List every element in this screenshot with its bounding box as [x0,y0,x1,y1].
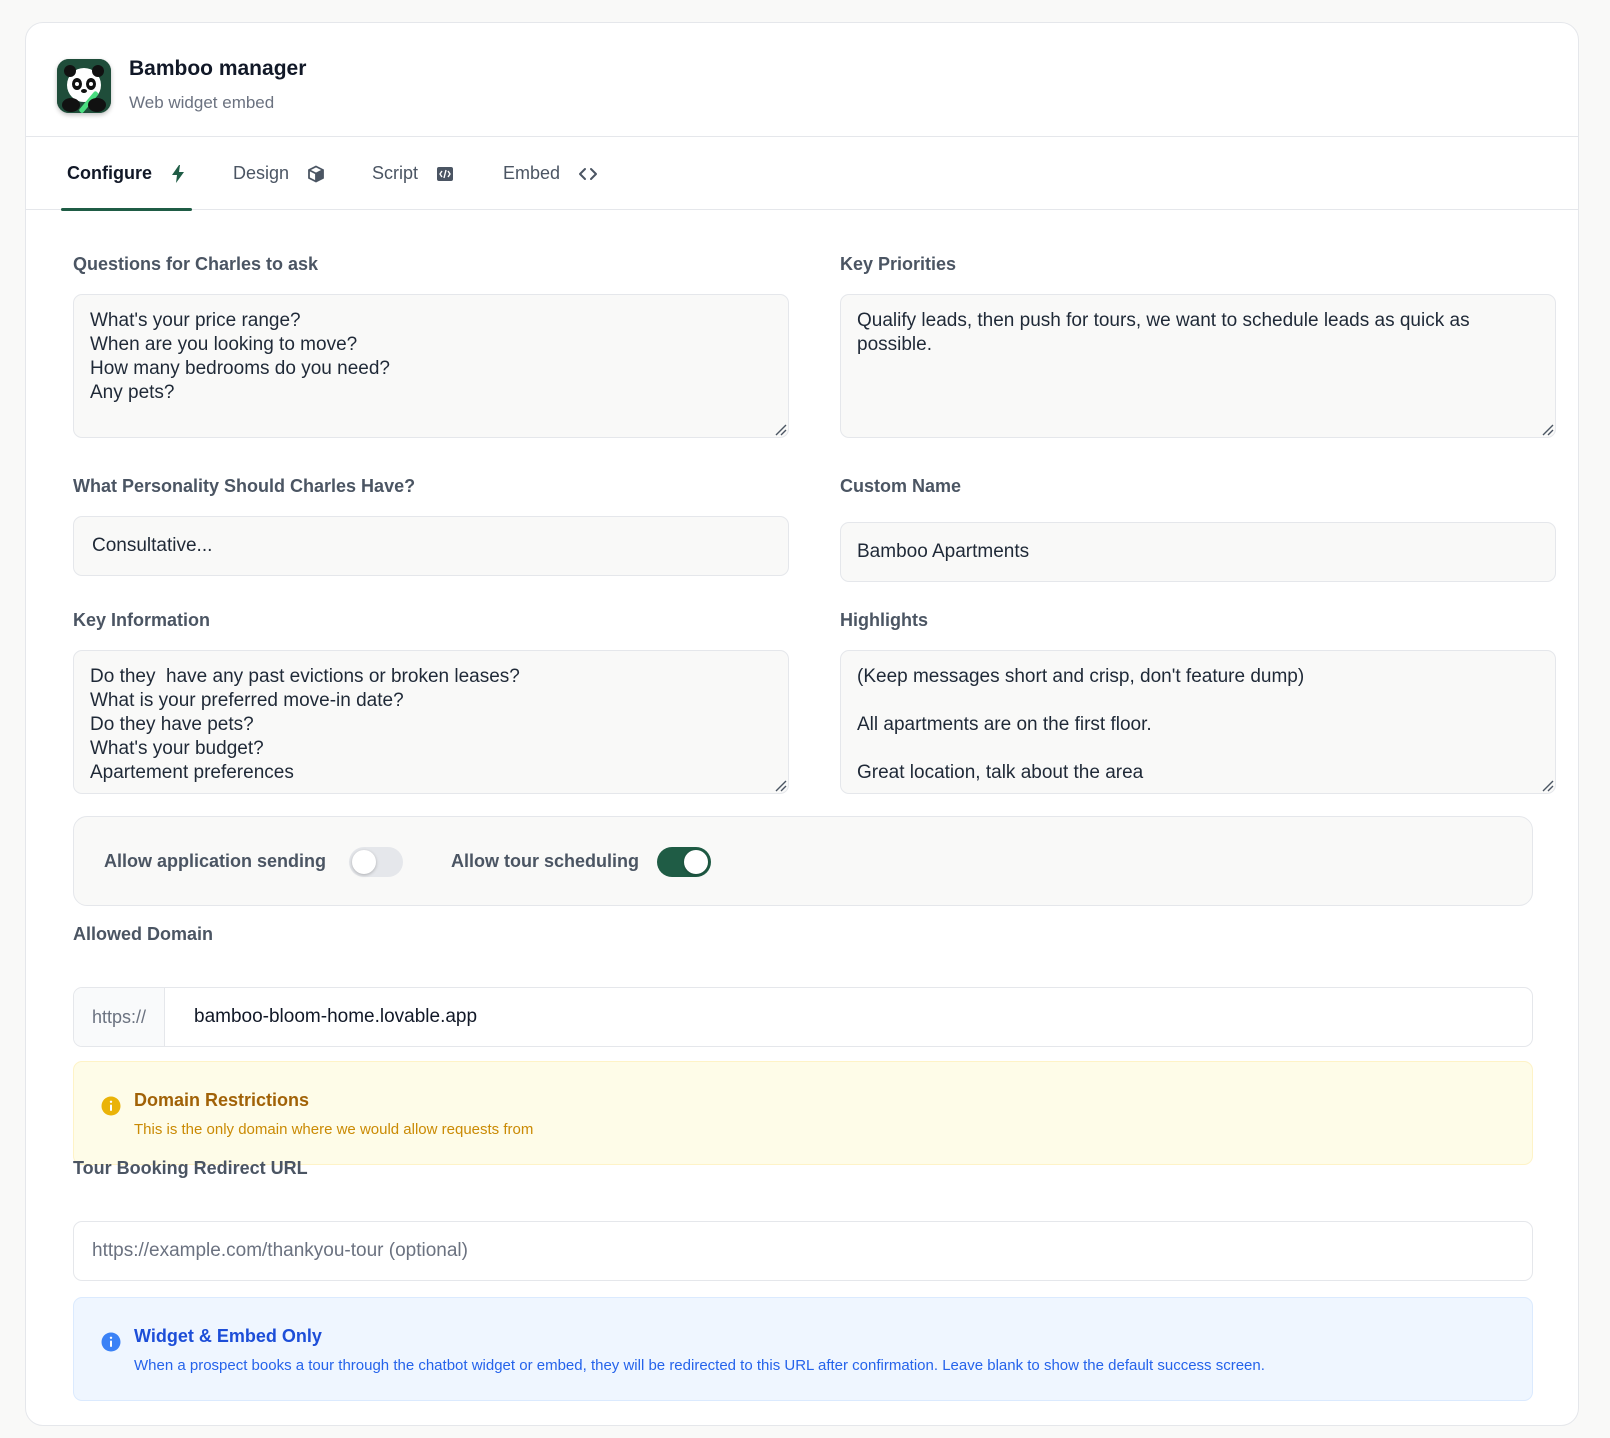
allowed-domain-label: Allowed Domain [73,924,214,944]
switch-knob [352,850,376,874]
highlights-label: Highlights [840,610,928,630]
tab-bar: Configure Design Script Embed [26,137,1578,211]
tab-configure-label: Configure [67,163,152,183]
toggle-panel: Allow application sending Allow tour sch… [73,816,1533,906]
tour-scheduling-label: Allow tour scheduling [451,851,639,871]
priorities-label: Key Priorities [840,254,957,274]
domain-restrictions-title: Domain Restrictions [134,1090,310,1110]
widget-embed-title: Widget & Embed Only [134,1326,322,1346]
tab-script-label: Script [372,163,419,183]
switch-knob [684,850,708,874]
file-code-icon [436,166,454,182]
cube-icon [307,164,325,183]
domain-restrictions-notice: Domain Restrictions This is the only dom… [73,1061,1533,1165]
card-header: Bamboo manager Web widget embed [26,23,1578,137]
active-tab-indicator [61,208,192,211]
widget-settings-card: Bamboo manager Web widget embed Configur… [25,22,1579,1426]
domain-prefix: https:// [74,988,165,1046]
lightning-icon [170,164,186,184]
tab-embed[interactable]: Embed [503,137,598,210]
code-brackets-icon [578,166,598,182]
key-information-textarea[interactable]: Do they have any past evictions or broke… [73,650,789,794]
allowed-domain-field: https:// bamboo-bloom-home.lovable.app [73,987,1533,1047]
application-sending-label: Allow application sending [104,851,327,871]
app-subtitle: Web widget embed [129,93,275,112]
questions-textarea[interactable]: What's your price range? When are you lo… [73,294,789,438]
custom-name-label: Custom Name [840,476,962,496]
tab-embed-label: Embed [503,163,561,183]
redirect-url-label: Tour Booking Redirect URL [73,1158,308,1178]
widget-embed-notice: Widget & Embed Only When a prospect book… [73,1297,1533,1401]
custom-name-input[interactable]: Bamboo Apartments [840,522,1556,582]
widget-embed-body: When a prospect books a tour through the… [134,1357,1265,1374]
tab-design[interactable]: Design [233,137,325,210]
key-information-label: Key Information [73,610,211,630]
resize-grip-icon[interactable] [773,422,787,436]
tour-scheduling-switch[interactable] [657,847,711,877]
tab-design-label: Design [233,163,290,183]
resize-grip-icon[interactable] [1540,422,1554,436]
priorities-textarea[interactable]: Qualify leads, then push for tours, we w… [840,294,1556,438]
personality-label: What Personality Should Charles Have? [73,476,416,496]
allowed-domain-input[interactable]: bamboo-bloom-home.lovable.app [165,988,1532,1046]
info-circle-icon [101,1096,121,1116]
resize-grip-icon[interactable] [773,778,787,792]
tab-configure[interactable]: Configure [61,137,192,211]
questions-label: Questions for Charles to ask [73,254,319,274]
info-circle-icon [101,1332,121,1352]
highlights-textarea[interactable]: (Keep messages short and crisp, don't fe… [840,650,1556,794]
panda-logo-icon [57,59,111,113]
resize-grip-icon[interactable] [1540,778,1554,792]
personality-input[interactable]: Consultative... [73,516,789,576]
tab-script[interactable]: Script [372,137,454,210]
redirect-url-input[interactable] [73,1221,1533,1281]
app-title: Bamboo manager [129,57,307,80]
application-sending-switch[interactable] [349,847,403,877]
domain-restrictions-body: This is the only domain where we would a… [134,1121,534,1138]
